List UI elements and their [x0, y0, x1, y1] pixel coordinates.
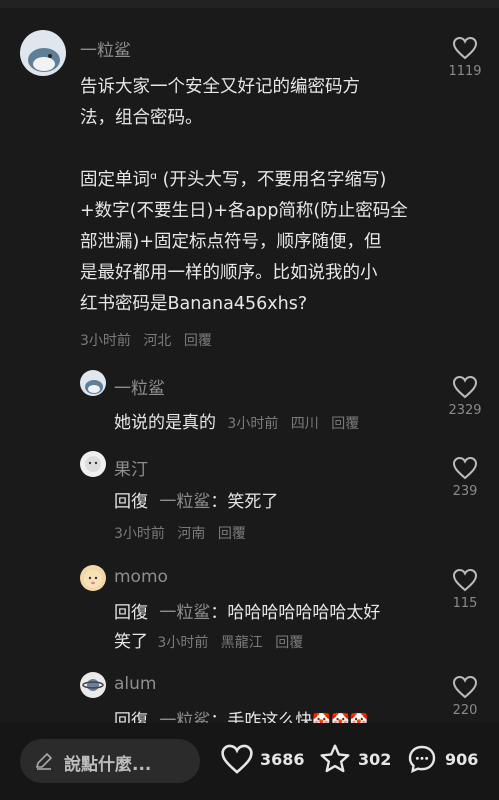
like-button[interactable]: 220 [435, 675, 495, 718]
reply-text-line: 回復 一粒鲨：手咋这么快🤡🤡🤡 [114, 706, 368, 723]
reply-meta: 3小时前 河南 回覆 [114, 523, 254, 543]
like-count: 1119 [448, 64, 482, 79]
like-total: 3686 [260, 749, 305, 769]
reply-time: 3小时前 [227, 416, 279, 432]
clown-emoji: 🤡🤡🤡 [312, 712, 369, 723]
reply-location: 四川 [290, 416, 319, 432]
reply-text-line: 她说的是真的 3小时前 四川 回覆 [114, 408, 367, 433]
reply-item: 果汀 回復 一粒鲨：笑死了 3小时前 河南 回覆 239 [0, 451, 499, 551]
reply-text-block: 回復 一粒鲨：哈哈哈哈哈哈哈太好 笑了 3小时前 黑龍江 回覆 [114, 599, 434, 658]
like-count: 2329 [448, 403, 482, 418]
like-button[interactable]: 239 [435, 456, 495, 499]
reply-button[interactable]: 回覆 [218, 526, 246, 542]
comment-time: 3小时前 [80, 333, 131, 349]
like-count: 220 [452, 703, 478, 718]
avatar[interactable] [80, 565, 106, 591]
heart-icon [452, 375, 478, 399]
top-strip [0, 0, 499, 8]
heart-icon [452, 675, 478, 699]
comment-input[interactable]: 說點什麼... [20, 739, 200, 783]
reply-text: 她说的是真的 [114, 413, 216, 433]
like-count: 239 [452, 484, 478, 499]
reply-text: ：手咋这么快 [210, 711, 313, 723]
star-total: 302 [358, 749, 392, 769]
reply-location: 河南 [177, 526, 206, 542]
reply-location: 黑龍江 [220, 635, 263, 651]
comment-total: 906 [445, 749, 479, 769]
reply-to-user[interactable]: 一粒鲨 [159, 492, 210, 512]
like-action[interactable]: 3686 [220, 743, 305, 775]
comment-main: 一粒鲨 告诉大家一个安全又好记的编密码方 法，组合密码。 固定单词ᵅ (开头大写… [0, 28, 499, 358]
reply-text: ：哈哈哈哈哈哈哈太好 [210, 603, 381, 623]
reply-username[interactable]: 一粒鲨 [114, 374, 165, 399]
reply-to-user[interactable]: 一粒鲨 [159, 711, 210, 723]
heart-icon [221, 744, 253, 774]
reply-text: ：笑死了 [210, 492, 279, 512]
reply-item: momo 回復 一粒鲨：哈哈哈哈哈哈哈太好 笑了 3小时前 黑龍江 回覆 115 [0, 565, 499, 665]
heart-icon [452, 36, 478, 60]
reply-button[interactable]: 回覆 [275, 635, 303, 651]
comment-location: 河北 [143, 333, 172, 349]
reply-button[interactable]: 回覆 [184, 333, 212, 349]
reply-username[interactable]: alum [114, 674, 156, 694]
reply-to-user[interactable]: 一粒鲨 [159, 603, 210, 623]
star-icon [320, 744, 350, 773]
reply-text-cont: 笑了 [114, 632, 148, 652]
pen-icon [34, 751, 54, 775]
reply-time: 3小时前 [157, 635, 209, 651]
bottom-bar: 說點什麼... 3686 302 906 [0, 723, 499, 800]
avatar[interactable] [80, 451, 106, 477]
reply-time: 3小时前 [114, 526, 165, 542]
reply-prefix: 回復 [114, 711, 148, 723]
like-button[interactable]: 1119 [435, 36, 495, 79]
avatar[interactable] [80, 370, 106, 396]
avatar[interactable] [80, 672, 106, 698]
reply-button[interactable]: 回覆 [331, 416, 359, 432]
like-button[interactable]: 2329 [435, 375, 495, 418]
reply-username[interactable]: momo [114, 567, 168, 587]
comment-placeholder: 說點什麼... [64, 755, 152, 775]
reply-item: 一粒鲨 她说的是真的 3小时前 四川 回覆 2329 [0, 370, 499, 440]
reply-username[interactable]: 果汀 [114, 455, 148, 480]
comment-meta: 3小时前 河北 回覆 [80, 330, 220, 350]
heart-icon [452, 456, 478, 480]
like-count: 115 [452, 596, 478, 611]
like-button[interactable]: 115 [435, 568, 495, 611]
reply-item: alum 回復 一粒鲨：手咋这么快🤡🤡🤡 220 [0, 672, 499, 723]
comment-text: 告诉大家一个安全又好记的编密码方 法，组合密码。 固定单词ᵅ (开头大写，不要用… [80, 77, 408, 314]
comment-username[interactable]: 一粒鲨 [80, 36, 131, 61]
comment-action[interactable]: 906 [405, 743, 478, 775]
reply-text-line: 回復 一粒鲨：笑死了 [114, 487, 278, 512]
reply-prefix: 回復 [114, 603, 148, 623]
reply-prefix: 回復 [114, 492, 148, 512]
star-action[interactable]: 302 [318, 743, 391, 775]
avatar[interactable] [20, 30, 66, 76]
chat-bubble-icon [408, 745, 436, 773]
heart-icon [452, 568, 478, 592]
